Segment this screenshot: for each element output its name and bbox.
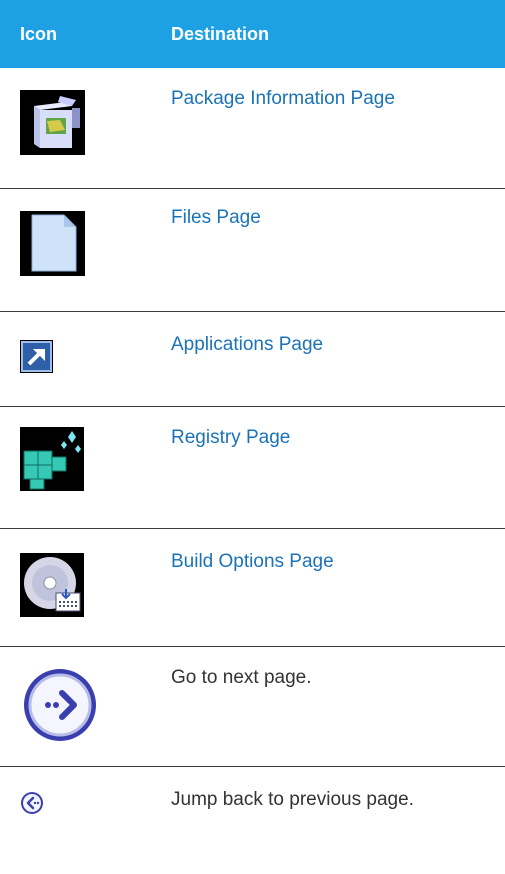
table-row: Package Information Page — [0, 68, 505, 188]
package-icon — [20, 90, 85, 155]
build-disc-icon — [20, 552, 84, 617]
navigation-icons-table: Icon Destination Package Information Pag… — [0, 0, 505, 874]
table-row: Registry Page — [0, 406, 505, 528]
build-options-page-link[interactable]: Build Options Page — [171, 551, 334, 572]
table-row: Go to next page. — [0, 646, 505, 766]
destination-column-header: Destination — [171, 23, 270, 44]
icon-column-header: Icon — [20, 23, 58, 44]
files-page-link[interactable]: Files Page — [171, 207, 261, 228]
previous-page-description: Jump back to previous page. — [171, 788, 414, 810]
table-row: Jump back to previous page. — [0, 766, 505, 874]
previous-page-icon[interactable] — [20, 791, 44, 815]
registry-page-link[interactable]: Registry Page — [171, 427, 290, 448]
package-information-page-link[interactable]: Package Information Page — [171, 88, 395, 109]
table-header-row: Icon Destination — [0, 0, 505, 68]
table-row: Build Options Page — [0, 528, 505, 646]
shortcut-arrow-icon — [20, 339, 53, 373]
table-row: Applications Page — [0, 311, 505, 406]
next-page-description: Go to next page. — [171, 666, 312, 688]
next-page-icon[interactable] — [20, 665, 100, 745]
table-row: Files Page — [0, 188, 505, 311]
applications-page-link[interactable]: Applications Page — [171, 334, 323, 355]
file-icon — [20, 210, 85, 276]
registry-cubes-icon — [20, 426, 84, 491]
